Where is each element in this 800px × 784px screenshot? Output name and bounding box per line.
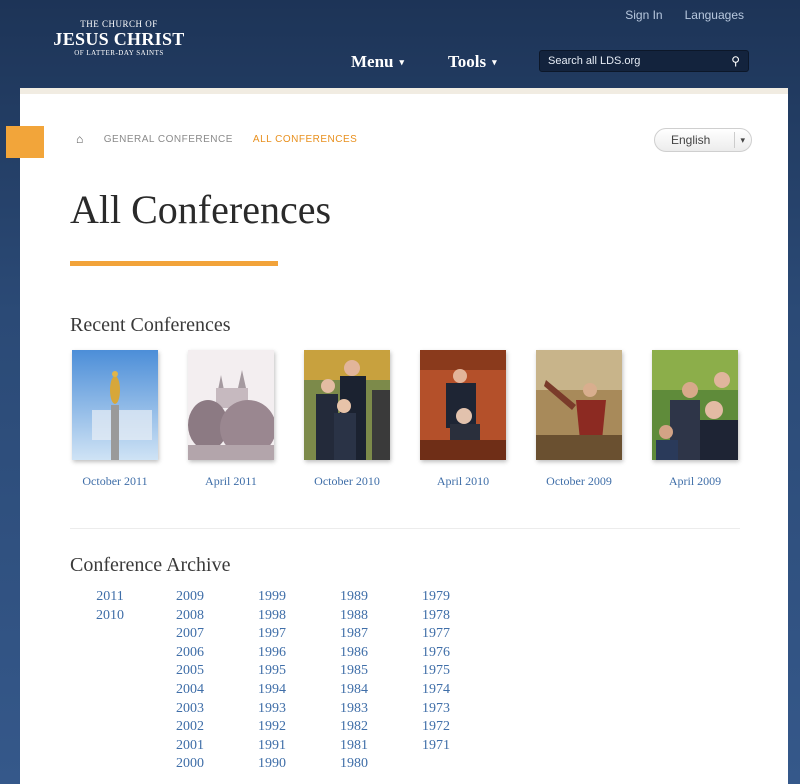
- archive-year-link[interactable]: 2009: [160, 588, 220, 607]
- archive-year-link[interactable]: 1997: [242, 625, 302, 644]
- conference-thumbnail[interactable]: [304, 350, 390, 460]
- church-logo[interactable]: THE CHURCH OF JESUS CHRIST OF LATTER-DAY…: [52, 20, 186, 57]
- main-nav: Menu ▾ Tools ▾: [351, 52, 497, 72]
- search-box: ⚲: [539, 50, 749, 72]
- archive-year-link[interactable]: 1973: [406, 700, 466, 719]
- archive-column: 1989 1988 1987 1986 1985 1984 1983 1982 …: [324, 588, 384, 774]
- archive-year-link[interactable]: 2002: [160, 718, 220, 737]
- breadcrumb-all-conferences: ALL CONFERENCES: [252, 134, 358, 145]
- recent-conferences-heading: Recent Conferences: [70, 314, 231, 336]
- nav-tools[interactable]: Tools ▾: [448, 52, 497, 72]
- conference-card[interactable]: April 2011: [186, 350, 276, 489]
- home-icon[interactable]: ⌂: [76, 132, 84, 147]
- search-icon[interactable]: ⚲: [731, 54, 740, 68]
- archive-year-link[interactable]: 1992: [242, 718, 302, 737]
- conference-thumbnail[interactable]: [188, 350, 274, 460]
- conference-card[interactable]: April 2009: [650, 350, 740, 489]
- conference-label[interactable]: October 2009: [534, 474, 624, 489]
- content-page: ⌂ GENERAL CONFERENCE ALL CONFERENCES Eng…: [6, 88, 788, 784]
- archive-column: 2009 2008 2007 2006 2005 2004 2003 2002 …: [160, 588, 220, 774]
- archive-year-link[interactable]: 1983: [324, 700, 384, 719]
- archive-year-link[interactable]: 1974: [406, 681, 466, 700]
- archive-year-link[interactable]: 2004: [160, 681, 220, 700]
- archive-column: 2011 2010: [80, 588, 140, 625]
- top-links: Sign In Languages: [625, 8, 744, 22]
- search-input[interactable]: [548, 55, 718, 67]
- archive-year-link[interactable]: 2000: [160, 755, 220, 774]
- chevron-down-icon: ▾: [740, 134, 745, 145]
- section-divider: [70, 528, 740, 529]
- conference-label[interactable]: October 2010: [302, 474, 392, 489]
- archive-year-link[interactable]: 2005: [160, 662, 220, 681]
- conference-thumbnail[interactable]: [652, 350, 738, 460]
- logo-line-1: THE CHURCH OF: [80, 19, 158, 29]
- conference-card[interactable]: October 2011: [70, 350, 160, 489]
- archive-year-link[interactable]: 1995: [242, 662, 302, 681]
- archive-year-link[interactable]: 1981: [324, 737, 384, 756]
- breadcrumb-general-conference[interactable]: GENERAL CONFERENCE: [104, 134, 233, 145]
- conference-label[interactable]: April 2011: [186, 474, 276, 489]
- header: THE CHURCH OF JESUS CHRIST OF LATTER-DAY…: [0, 0, 800, 88]
- archive-year-link[interactable]: 1994: [242, 681, 302, 700]
- nav-menu-label: Menu: [351, 52, 394, 71]
- archive-year-link[interactable]: 1971: [406, 737, 466, 756]
- archive-column: 1999 1998 1997 1996 1995 1994 1993 1992 …: [242, 588, 302, 774]
- nav-tools-label: Tools: [448, 52, 487, 71]
- archive-year-link[interactable]: 2001: [160, 737, 220, 756]
- archive-column: 1979 1978 1977 1976 1975 1974 1973 1972 …: [406, 588, 466, 755]
- archive-year-link[interactable]: 2010: [80, 607, 140, 626]
- archive-year-link[interactable]: 2011: [80, 588, 140, 607]
- language-select[interactable]: English ▾: [654, 128, 752, 152]
- breadcrumb: ⌂ GENERAL CONFERENCE ALL CONFERENCES: [76, 132, 357, 147]
- conference-card[interactable]: April 2010: [418, 350, 508, 489]
- archive-year-link[interactable]: 2003: [160, 700, 220, 719]
- logo-line-3: OF LATTER-DAY SAINTS: [74, 49, 164, 57]
- archive-year-link[interactable]: 1990: [242, 755, 302, 774]
- conference-thumbnail[interactable]: [536, 350, 622, 460]
- archive-year-link[interactable]: 1999: [242, 588, 302, 607]
- page-title: All Conferences: [70, 187, 332, 232]
- conference-card[interactable]: October 2009: [534, 350, 624, 489]
- archive-year-link[interactable]: 1978: [406, 607, 466, 626]
- archive-year-link[interactable]: 1982: [324, 718, 384, 737]
- conference-label[interactable]: April 2010: [418, 474, 508, 489]
- archive-year-link[interactable]: 1980: [324, 755, 384, 774]
- nav-menu[interactable]: Menu ▾: [351, 52, 404, 72]
- conference-card[interactable]: October 2010: [302, 350, 392, 489]
- archive-year-link[interactable]: 2007: [160, 625, 220, 644]
- archive-year-link[interactable]: 1988: [324, 607, 384, 626]
- logo-line-2: JESUS CHRIST: [53, 29, 185, 49]
- conference-label[interactable]: April 2009: [650, 474, 740, 489]
- archive-year-link[interactable]: 1984: [324, 681, 384, 700]
- conference-archive-heading: Conference Archive: [70, 554, 231, 576]
- archive-year-link[interactable]: 1976: [406, 644, 466, 663]
- archive-year-link[interactable]: 1975: [406, 662, 466, 681]
- archive-year-link[interactable]: 2008: [160, 607, 220, 626]
- title-underline: [70, 261, 278, 266]
- archive-year-link[interactable]: 1987: [324, 625, 384, 644]
- archive-year-link[interactable]: 1993: [242, 700, 302, 719]
- select-divider: [734, 132, 736, 148]
- chevron-down-icon: ▾: [492, 56, 497, 67]
- conference-label[interactable]: October 2011: [70, 474, 160, 489]
- archive-year-link[interactable]: 1977: [406, 625, 466, 644]
- archive-year-link[interactable]: 2006: [160, 644, 220, 663]
- conference-thumbnail[interactable]: [420, 350, 506, 460]
- archive-year-link[interactable]: 1986: [324, 644, 384, 663]
- archive-year-link[interactable]: 1996: [242, 644, 302, 663]
- archive-year-link[interactable]: 1998: [242, 607, 302, 626]
- languages-link[interactable]: Languages: [685, 8, 744, 22]
- chevron-down-icon: ▾: [399, 56, 405, 67]
- language-select-value: English: [671, 133, 711, 147]
- archive-year-link[interactable]: 1989: [324, 588, 384, 607]
- conference-thumbnail[interactable]: [72, 350, 158, 460]
- sign-in-link[interactable]: Sign In: [625, 8, 662, 22]
- archive-year-link[interactable]: 1972: [406, 718, 466, 737]
- archive-year-link[interactable]: 1991: [242, 737, 302, 756]
- archive-year-link[interactable]: 1979: [406, 588, 466, 607]
- archive-year-link[interactable]: 1985: [324, 662, 384, 681]
- side-tab[interactable]: [6, 126, 44, 158]
